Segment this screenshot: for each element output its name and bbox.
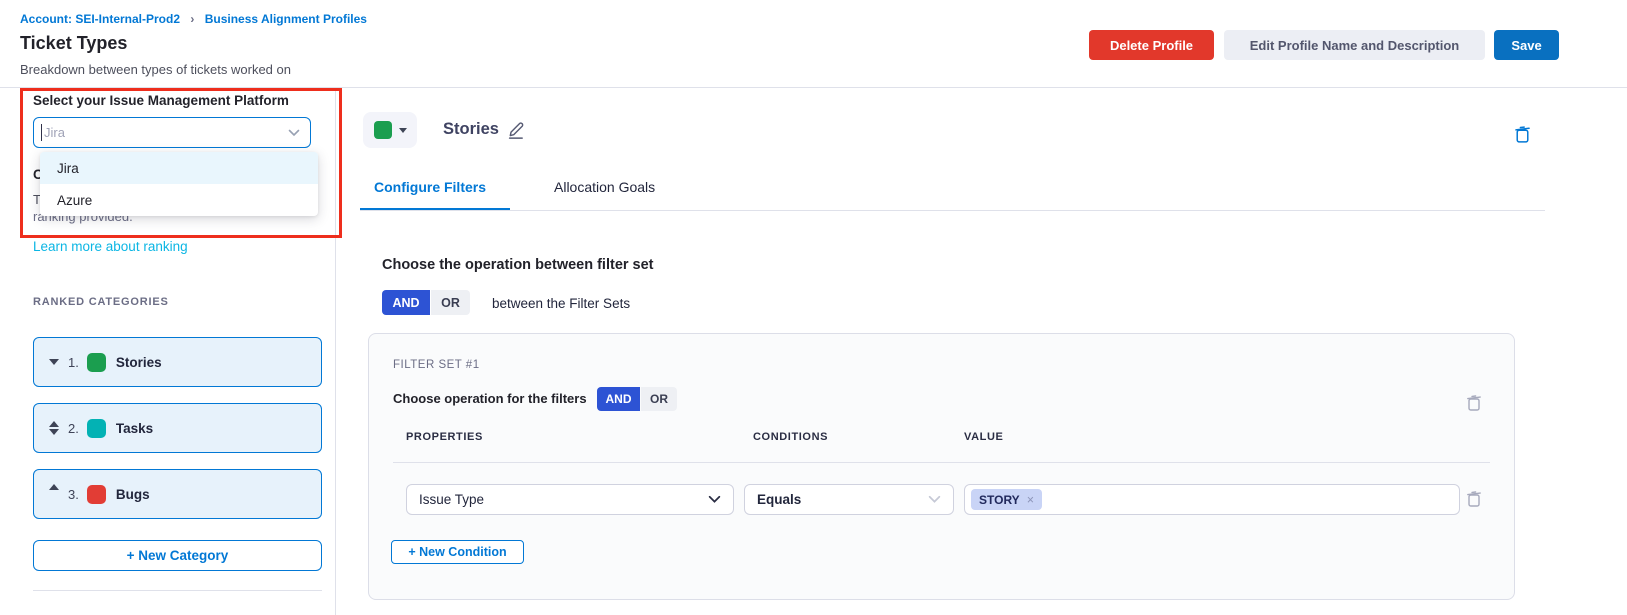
breadcrumb-account-link[interactable]: Account: SEI-Internal-Prod2 [20, 12, 180, 26]
tab-allocation-goals[interactable]: Allocation Goals [554, 179, 655, 195]
category-color-dot [87, 485, 106, 504]
rank-up-icon[interactable] [47, 484, 61, 504]
caret-down-icon [399, 128, 407, 133]
breadcrumb-separator-icon: › [190, 12, 194, 26]
category-card-bugs[interactable]: 3. Bugs [33, 469, 322, 519]
category-rank: 1. [68, 355, 79, 370]
delete-profile-button[interactable]: Delete Profile [1089, 30, 1214, 60]
dropdown-option-jira[interactable]: Jira [40, 152, 318, 184]
chevron-down-icon [708, 495, 721, 504]
remove-tag-icon[interactable]: × [1027, 493, 1034, 507]
delete-category-trash-icon[interactable] [1514, 125, 1531, 144]
property-select-value: Issue Type [419, 492, 484, 507]
filter-set-title: FILTER SET #1 [393, 359, 480, 371]
edit-pencil-icon[interactable] [505, 118, 527, 140]
filter-set-card [368, 333, 1515, 600]
platform-select-label: Select your Issue Management Platform [33, 93, 289, 108]
business-alignment-profile-page: Account: SEI-Internal-Prod2 › Business A… [0, 0, 1627, 615]
platform-select-input[interactable] [33, 117, 311, 148]
sidebar-bottom-divider [33, 590, 322, 591]
column-header-conditions: CONDITIONS [753, 431, 828, 443]
filters-operation-label: Choose operation for the filters [393, 391, 587, 406]
operation-caption: between the Filter Sets [492, 296, 630, 311]
property-select[interactable]: Issue Type [406, 484, 734, 515]
chevron-down-icon [288, 129, 300, 137]
category-name: Tasks [116, 421, 153, 436]
delete-filter-set-trash-icon[interactable] [1466, 394, 1482, 412]
edit-profile-button[interactable]: Edit Profile Name and Description [1224, 30, 1485, 60]
platform-dropdown-menu: Jira Azure [40, 152, 318, 216]
sidebar-divider [335, 88, 336, 615]
save-button[interactable]: Save [1494, 30, 1559, 60]
breadcrumb: Account: SEI-Internal-Prod2 › Business A… [20, 12, 367, 26]
category-rank: 2. [68, 421, 79, 436]
new-category-button[interactable]: + New Category [33, 540, 322, 571]
new-condition-button[interactable]: + New Condition [391, 540, 524, 564]
column-header-value: VALUE [964, 431, 1003, 443]
category-rank: 3. [68, 487, 79, 502]
category-color-dot [87, 353, 106, 372]
condition-select-value: Equals [757, 492, 801, 507]
rank-up-down-icon[interactable] [47, 421, 61, 435]
selected-category-title: Stories [443, 120, 499, 139]
breadcrumb-profiles-link[interactable]: Business Alignment Profiles [205, 12, 367, 26]
or-button[interactable]: OR [431, 290, 470, 315]
rank-down-icon[interactable] [47, 359, 61, 365]
tabs-divider [360, 210, 1545, 211]
header-divider [0, 87, 1627, 88]
chevron-down-icon [928, 495, 941, 504]
filter-sets-operation-toggle: AND OR [382, 290, 470, 315]
operation-heading: Choose the operation between filter set [382, 257, 654, 273]
value-tag-story: STORY × [971, 489, 1042, 510]
text-cursor [41, 124, 42, 141]
column-header-properties: PROPERTIES [406, 431, 483, 443]
value-multiselect-field[interactable]: STORY × [964, 484, 1460, 515]
or-button[interactable]: OR [641, 387, 677, 411]
filters-operation-toggle: AND OR [597, 387, 677, 411]
condition-select[interactable]: Equals [744, 484, 954, 515]
category-name: Bugs [116, 487, 150, 502]
and-button[interactable]: AND [597, 387, 640, 411]
learn-more-ranking-link[interactable]: Learn more about ranking [33, 239, 188, 254]
value-tag-label: STORY [979, 493, 1020, 507]
page-title: Ticket Types [20, 33, 127, 54]
tab-configure-filters[interactable]: Configure Filters [374, 179, 486, 195]
category-color-dot [87, 419, 106, 438]
delete-condition-trash-icon[interactable] [1466, 490, 1482, 508]
category-card-tasks[interactable]: 2. Tasks [33, 403, 322, 453]
filter-columns-divider [393, 462, 1490, 463]
and-button[interactable]: AND [382, 290, 430, 315]
category-card-stories[interactable]: 1. Stories [33, 337, 322, 387]
page-subtitle: Breakdown between types of tickets worke… [20, 62, 291, 77]
dropdown-option-azure[interactable]: Azure [40, 184, 318, 216]
category-name: Stories [116, 355, 162, 370]
color-swatch [374, 121, 392, 139]
color-swatch-dropdown[interactable] [363, 112, 417, 148]
ranked-categories-label: RANKED CATEGORIES [33, 296, 169, 308]
